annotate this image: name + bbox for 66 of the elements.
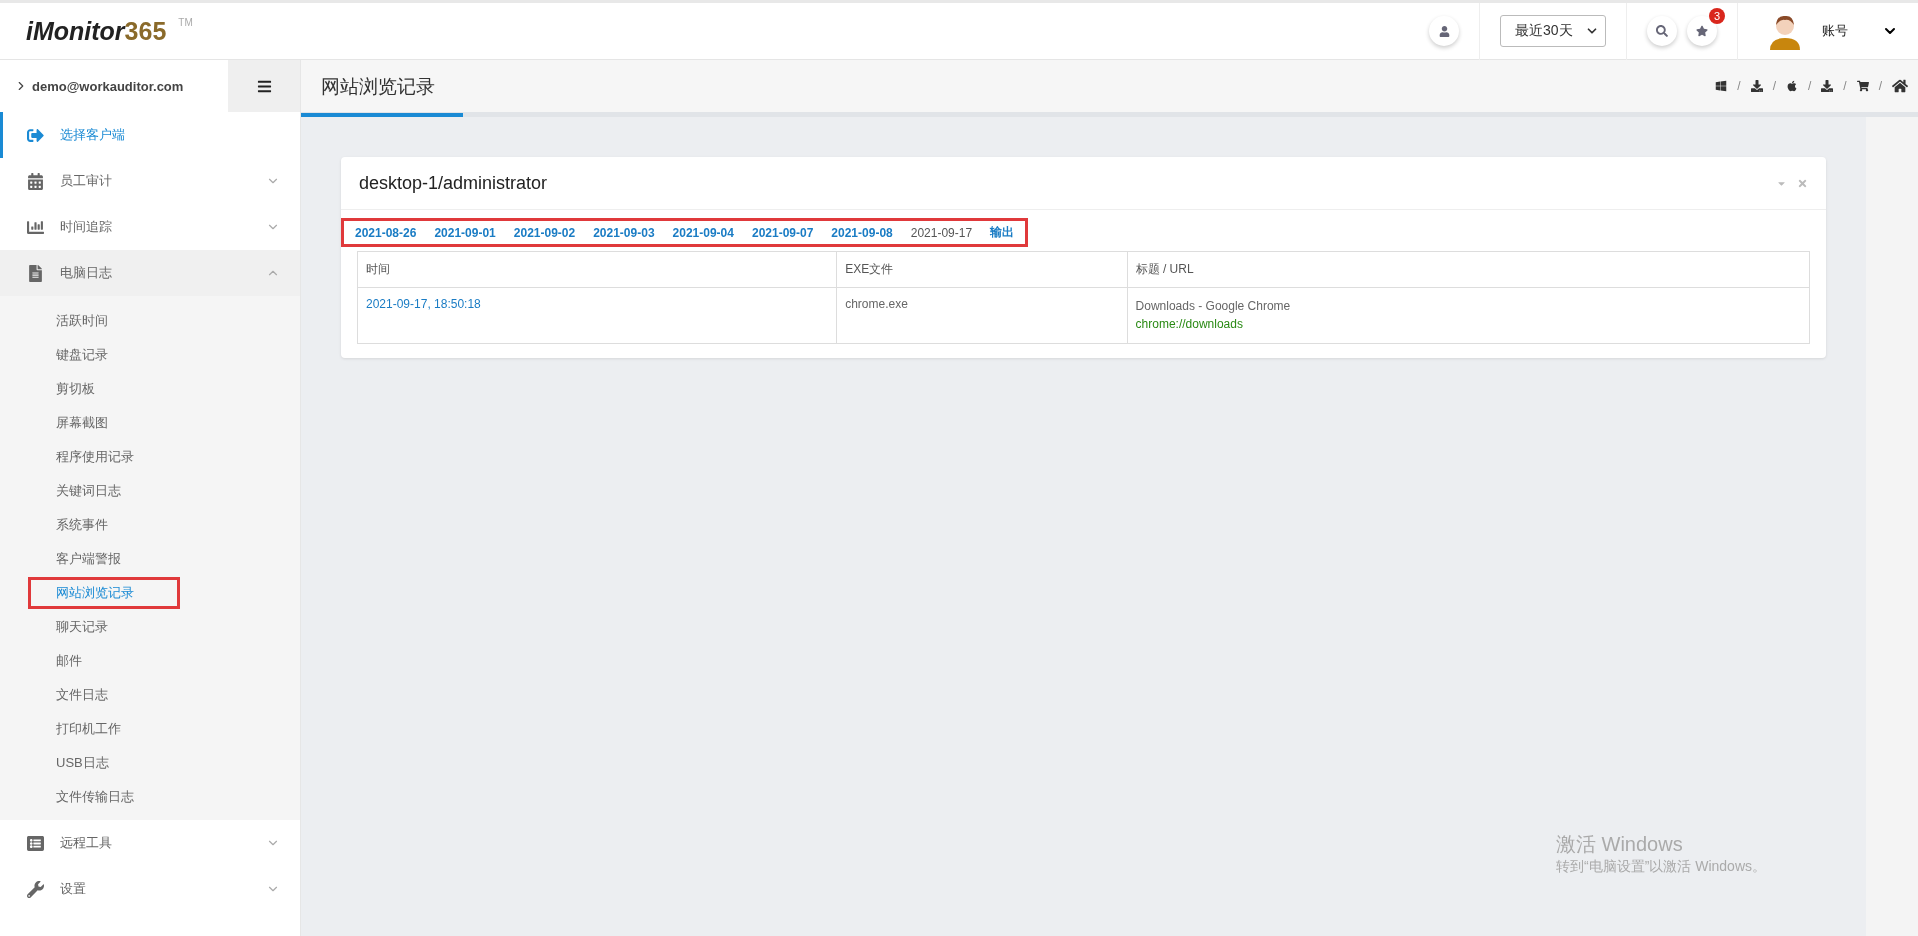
separator: / xyxy=(1843,79,1847,93)
notification-badge: 3 xyxy=(1709,8,1725,24)
activation-text: 转到“电脑设置”以激活 Windows。 xyxy=(1556,858,1766,876)
sidebar-subitem[interactable]: 程序使用记录 xyxy=(31,444,177,470)
period-select[interactable]: 最近30天 xyxy=(1500,15,1606,47)
date-link[interactable]: 2021-09-08 xyxy=(831,225,893,240)
account-label[interactable]: 账号 xyxy=(1822,22,1848,40)
sidebar-subitem[interactable]: 网站浏览记录 xyxy=(31,580,177,606)
url-text: chrome://downloads xyxy=(1135,316,1244,333)
menu-icon xyxy=(256,78,272,94)
sidebar-subitem[interactable]: 剪切板 xyxy=(31,376,177,402)
separator: / xyxy=(1878,79,1882,93)
list-icon xyxy=(27,834,44,852)
search-icon xyxy=(1656,25,1668,37)
calendar-icon xyxy=(27,172,44,190)
sidebar-subitem[interactable]: 键盘记录 xyxy=(31,342,177,368)
date-link[interactable]: 2021-09-01 xyxy=(434,225,496,240)
sidebar-subitem[interactable]: 屏幕截图 xyxy=(31,410,177,436)
document-icon xyxy=(27,264,44,282)
sidebar-subitem[interactable]: 聊天记录 xyxy=(31,614,177,640)
logo-number: 365 xyxy=(124,16,167,46)
panel-title: desktop-1/administrator xyxy=(359,172,548,194)
column-header: EXE文件 xyxy=(836,251,1128,288)
sidebar-subitem[interactable]: 系统事件 xyxy=(31,512,177,538)
activation-title: 激活 Windows xyxy=(1556,832,1684,857)
download-icon[interactable] xyxy=(1750,80,1763,92)
star-icon xyxy=(1696,25,1708,37)
table-cell: chrome.exe xyxy=(836,287,1128,344)
trademark: TM xyxy=(178,16,193,28)
date-link[interactable]: 2021-09-02 xyxy=(513,225,576,240)
page-title-text: Downloads - Google Chrome xyxy=(1135,298,1292,315)
user-button[interactable] xyxy=(1429,16,1459,46)
sidebar-subitem[interactable]: 邮件 xyxy=(31,648,177,674)
sidebar-subitem[interactable]: USB日志 xyxy=(31,750,177,776)
page-title: 网站浏览记录 xyxy=(301,60,463,117)
sidebar-subitem[interactable]: 打印机工作 xyxy=(31,716,177,742)
sidebar-subitem[interactable]: 客户端警报 xyxy=(31,546,177,572)
separator: / xyxy=(1772,79,1776,93)
column-header: 时间 xyxy=(357,251,837,288)
sidebar-subitem[interactable]: 文件日志 xyxy=(31,682,177,708)
sidebar-subitem[interactable]: 关键词日志 xyxy=(31,478,177,504)
wrench-icon xyxy=(27,880,44,898)
sidebar-subitem[interactable]: 活跃时间 xyxy=(31,308,177,334)
date-link[interactable]: 2021-09-04 xyxy=(672,225,734,240)
date-link[interactable]: 2021-09-07 xyxy=(751,225,814,240)
search-button[interactable] xyxy=(1647,16,1677,46)
menu-button[interactable] xyxy=(228,60,300,112)
user-icon xyxy=(1438,25,1450,37)
windows-icon[interactable] xyxy=(1715,80,1728,92)
cart-icon[interactable] xyxy=(1856,80,1869,92)
date-link[interactable]: 2021-08-26 xyxy=(355,225,417,240)
time-link[interactable]: 2021-09-17, 18:50:18 xyxy=(366,297,481,311)
date-link[interactable]: 2021-09-17 xyxy=(910,225,973,240)
sidebar-subitem[interactable]: 文件传输日志 xyxy=(31,784,177,810)
home-icon[interactable] xyxy=(1892,78,1908,94)
column-header: 标题 / URL xyxy=(1127,251,1810,288)
logo-name: iMonitor xyxy=(26,16,125,46)
download-icon[interactable] xyxy=(1821,80,1834,92)
apple-icon[interactable] xyxy=(1785,80,1798,92)
date-link[interactable]: 2021-09-03 xyxy=(593,225,655,240)
separator: / xyxy=(1737,79,1741,93)
sidebar-item[interactable]: 电脑日志 xyxy=(0,250,300,296)
export-link[interactable]: 输出 xyxy=(990,224,1015,241)
bar-chart-icon xyxy=(27,218,44,236)
separator: / xyxy=(1807,79,1812,93)
exit-icon xyxy=(27,126,44,144)
